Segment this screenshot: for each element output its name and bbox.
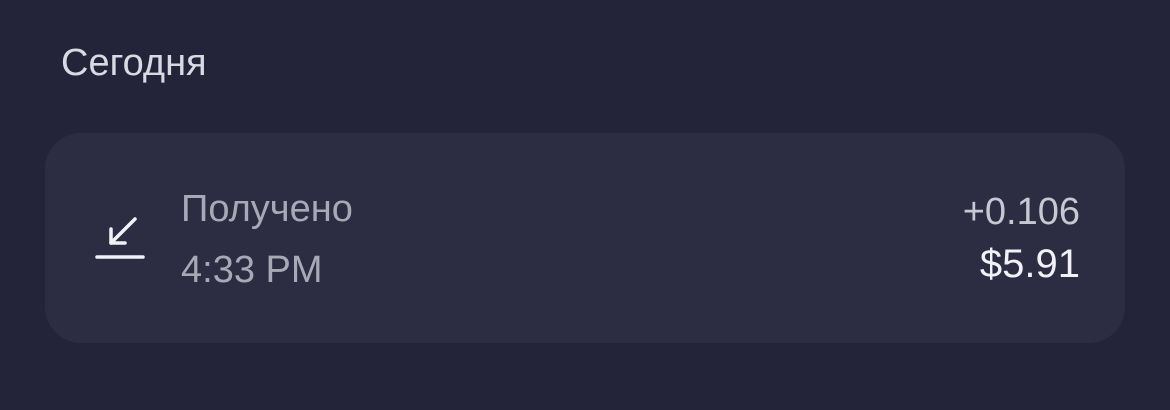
transaction-type: Получено <box>181 188 353 230</box>
transaction-time: 4:33 PM <box>181 249 323 291</box>
transaction-amount: +0.106 <box>962 191 1080 233</box>
transaction-fiat-value: $5.91 <box>979 242 1080 286</box>
transaction-row[interactable]: Получено 4:33 PM +0.106 $5.91 <box>45 133 1125 343</box>
arrow-down-left-icon <box>95 213 147 263</box>
section-title: Сегодня <box>61 42 207 84</box>
